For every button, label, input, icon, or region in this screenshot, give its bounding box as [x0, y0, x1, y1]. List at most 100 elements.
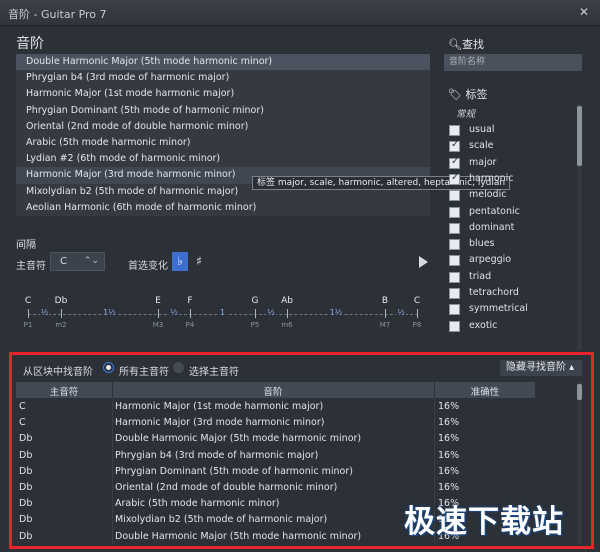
scale-list-item[interactable]: Phrygian Dominant (5th mode of harmonic …	[16, 103, 430, 119]
root-cell: Db	[19, 514, 33, 526]
accuracy-cell: 16%	[438, 417, 460, 429]
interval-step: 1	[218, 308, 227, 317]
root-cell: C	[19, 401, 26, 412]
search-input[interactable]: 音阶名称	[444, 54, 582, 71]
table-header: 主音符 音阶 准确性	[16, 382, 535, 398]
note-name: Ab	[281, 296, 293, 306]
table-row[interactable]: Db Phrygian b4 (3rd mode of harmonic majo…	[16, 447, 535, 463]
play-icon[interactable]	[419, 256, 428, 268]
scale-list-item[interactable]: Double Harmonic Major (5th mode harmonic…	[16, 54, 430, 71]
table-row[interactable]: C Harmonic Major (3rd mode harmonic minor…	[16, 414, 535, 430]
root-select[interactable]: C ⌃⌄	[50, 252, 105, 271]
table-scroll-thumb[interactable]	[577, 384, 582, 400]
tag-label: symmetrical	[469, 303, 528, 315]
window-title: 音阶 - Guitar Pro 7	[8, 8, 107, 21]
accuracy-cell: 16%	[438, 433, 460, 445]
interval-degree: M7	[379, 321, 391, 329]
scale-cell: Mixolydian b2 (5th mode of harmonic majo…	[115, 514, 328, 526]
note-name: Db	[54, 296, 68, 306]
tag-checkbox[interactable]	[449, 222, 460, 234]
tag-checkbox[interactable]	[449, 320, 460, 332]
table-row[interactable]: C Harmonic Major (1st mode harmonic major…	[16, 398, 535, 414]
scale-list-item[interactable]: Phrygian b4 (3rd mode of harmonic major)	[16, 70, 430, 86]
tag-checkbox[interactable]	[449, 271, 460, 283]
note-tick	[287, 309, 288, 318]
interval-step: 1½	[102, 308, 117, 317]
note-tick	[28, 309, 29, 318]
tag-checkbox[interactable]	[449, 304, 460, 316]
interval-step: 1½	[328, 308, 344, 317]
interval-diagram: C P1 Db m2 E M3 F P4 G P5 Ab m6 B M7 C P8 ½ 1½ ½ 1 ½ 1½ ½	[16, 290, 430, 336]
root-cell: Db	[19, 449, 33, 461]
table-scrollbar[interactable]	[577, 382, 582, 544]
flat-button[interactable]: ♭	[172, 252, 188, 271]
interval-degree: m6	[281, 321, 293, 329]
note-tick	[255, 309, 256, 318]
scale-cell: Double Harmonic Major (5th mode harmonic…	[115, 433, 362, 445]
from-block-label: 从区块中找音阶	[23, 367, 93, 378]
tag-label: arpeggio	[469, 254, 512, 266]
scale-list-item[interactable]: Lydian #2 (6th mode of harmonic minor)	[16, 151, 430, 167]
tag-checkbox[interactable]	[449, 190, 460, 202]
watermark: 极速下载站	[404, 504, 564, 540]
accuracy-cell: 16%	[438, 482, 460, 493]
tags-title: 标签	[465, 88, 488, 101]
interval-degree: m2	[55, 321, 67, 329]
root-cell: Db	[19, 433, 33, 445]
interval-step: ½	[169, 308, 179, 317]
tag-label: major	[469, 156, 497, 168]
tag-checkbox[interactable]	[449, 288, 460, 299]
scale-cell: Phrygian b4 (3rd mode of harmonic major)	[115, 449, 319, 461]
tag-checkbox[interactable]	[449, 255, 460, 267]
tag-scroll-thumb[interactable]	[577, 106, 582, 166]
note-name: F	[187, 296, 193, 306]
scale-list[interactable]: Double Harmonic Major (5th mode harmonic…	[16, 54, 430, 216]
interval-degree: P1	[23, 321, 33, 329]
find-header: 🔍︎查找	[448, 36, 484, 52]
tag-checkbox[interactable]	[449, 156, 460, 169]
tag-checkbox[interactable]	[449, 139, 460, 153]
scales-title: 音阶	[16, 36, 44, 52]
tag-checkbox[interactable]	[449, 239, 460, 251]
scale-list-item[interactable]: Oriental (2nd mode of double harmonic mi…	[16, 119, 430, 135]
tag-category: 常规	[456, 109, 476, 120]
table-row[interactable]: Db Double Harmonic Major (5th mode harmon…	[16, 430, 535, 446]
scale-cell: Phrygian Dominant (5th mode of harmonic …	[115, 465, 353, 477]
note-tick	[385, 309, 386, 318]
tag-label: triad	[469, 270, 492, 282]
scale-cell: Double Harmonic Major (5th mode harmonic…	[115, 530, 362, 542]
tag-checkbox[interactable]	[449, 206, 460, 218]
chevron-updown-icon: ⌃⌄	[83, 256, 99, 266]
close-icon[interactable]: ✕	[576, 4, 592, 20]
tag-checkbox[interactable]	[449, 125, 460, 136]
tag-label: blues	[469, 238, 495, 250]
interval-degree: P4	[185, 321, 195, 329]
tag-label: dominant	[469, 221, 515, 233]
all-roots-radio[interactable]	[103, 362, 114, 373]
table-row[interactable]: Db Phrygian Dominant (5th mode of harmoni…	[16, 463, 535, 479]
interval-step: ½	[396, 308, 406, 317]
scale-list-item[interactable]: Harmonic Major (1st mode harmonic major)	[16, 86, 430, 102]
root-label: 主音符	[16, 261, 46, 272]
accuracy-cell: 16%	[438, 449, 460, 461]
table-row[interactable]: Db Oriental (2nd mode of double harmonic …	[16, 479, 535, 495]
scale-list-item[interactable]: Arabic (5th mode harmonic minor)	[16, 135, 430, 151]
search-icon: 🔍︎	[448, 38, 462, 51]
scale-list-item[interactable]: Aeolian Harmonic (6th mode of harmonic m…	[16, 200, 430, 216]
tag-label: pentatonic	[469, 205, 520, 217]
note-tick	[158, 309, 159, 318]
tag-list: 常规 usual scale major harmonic melodic pentato…	[444, 104, 582, 350]
select-root-radio[interactable]	[173, 362, 184, 373]
tag-scrollbar[interactable]	[577, 104, 582, 350]
tag-label: exotic	[469, 319, 498, 331]
note-name: C	[24, 296, 32, 306]
sharp-button[interactable]: ♯	[191, 252, 207, 271]
find-scale-bar: 从区块中找音阶 所有主音符 选择主音符 隐藏寻找音阶 ▴	[16, 360, 582, 378]
col-scale[interactable]: 音阶	[113, 384, 433, 398]
tag-checkbox[interactable]	[449, 172, 460, 185]
col-accuracy[interactable]: 准确性	[435, 384, 535, 398]
col-root[interactable]: 主音符	[16, 384, 112, 398]
tag-icon: 🏷︎	[448, 88, 466, 101]
note-name: C	[413, 296, 421, 306]
hide-find-button[interactable]: 隐藏寻找音阶 ▴	[500, 360, 582, 376]
